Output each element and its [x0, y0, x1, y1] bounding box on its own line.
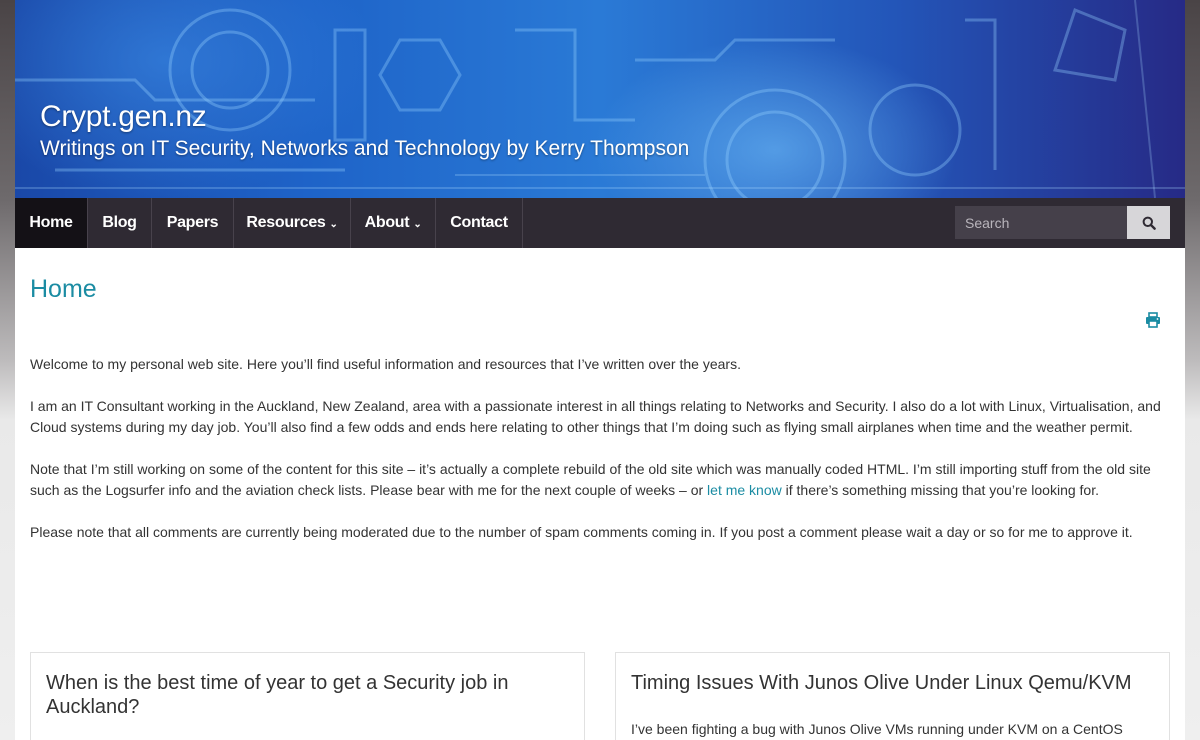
nav-item-papers[interactable]: Papers [152, 198, 234, 248]
nav-item-resources[interactable]: Resources ⌄ [234, 198, 351, 248]
paragraph-text: if there’s something missing that you’re… [781, 482, 1099, 498]
nav-item-contact[interactable]: Contact [436, 198, 523, 248]
about-paragraph: I am an IT Consultant working in the Auc… [30, 398, 1161, 435]
main-content: Home Welcome to my personal web site. He… [15, 248, 1185, 740]
nav-item-label: Home [29, 214, 73, 231]
chevron-down-icon: ⌄ [413, 219, 422, 230]
chevron-down-icon: ⌄ [329, 219, 338, 230]
nav-item-label: About [364, 214, 410, 231]
intro-paragraph: Welcome to my personal web site. Here yo… [30, 356, 741, 372]
post-title[interactable]: When is the best time of year to get a S… [46, 671, 566, 719]
page-wrapper: Crypt.gen.nz Writings on IT Security, Ne… [15, 0, 1185, 740]
nav-item-label: Blog [102, 214, 137, 231]
post-title[interactable]: Timing Issues With Junos Olive Under Lin… [631, 671, 1151, 695]
nav-item-about[interactable]: About ⌄ [351, 198, 436, 248]
page-title: Home [30, 275, 97, 303]
print-icon[interactable] [1145, 312, 1161, 328]
post-card: When is the best time of year to get a S… [30, 652, 585, 740]
rebuild-note-paragraph: Note that I’m still working on some of t… [30, 459, 1170, 501]
nav-item-label: Contact [450, 214, 508, 231]
main-navbar: Home Blog Papers Resources ⌄ About ⌄ Con… [15, 198, 1185, 248]
search-icon [1142, 216, 1156, 230]
let-me-know-link[interactable]: let me know [707, 482, 782, 498]
post-excerpt: I’ve been fighting a bug with Junos Oliv… [631, 721, 1123, 737]
site-title[interactable]: Crypt.gen.nz [40, 100, 207, 134]
search-input[interactable] [955, 206, 1127, 239]
header-banner: Crypt.gen.nz Writings on IT Security, Ne… [15, 0, 1185, 198]
nav-item-blog[interactable]: Blog [88, 198, 152, 248]
moderation-note-paragraph: Please note that all comments are curren… [30, 524, 1133, 540]
site-tagline: Writings on IT Security, Networks and Te… [40, 137, 690, 160]
nav-item-label: Resources [246, 214, 326, 231]
banner-circuit-graphic [15, 0, 1185, 198]
main-menu: Home Blog Papers Resources ⌄ About ⌄ Con… [15, 198, 523, 248]
nav-item-home[interactable]: Home [15, 198, 88, 248]
search-button[interactable] [1127, 206, 1170, 239]
post-card: Timing Issues With Junos Olive Under Lin… [615, 652, 1170, 740]
nav-item-label: Papers [166, 214, 219, 231]
